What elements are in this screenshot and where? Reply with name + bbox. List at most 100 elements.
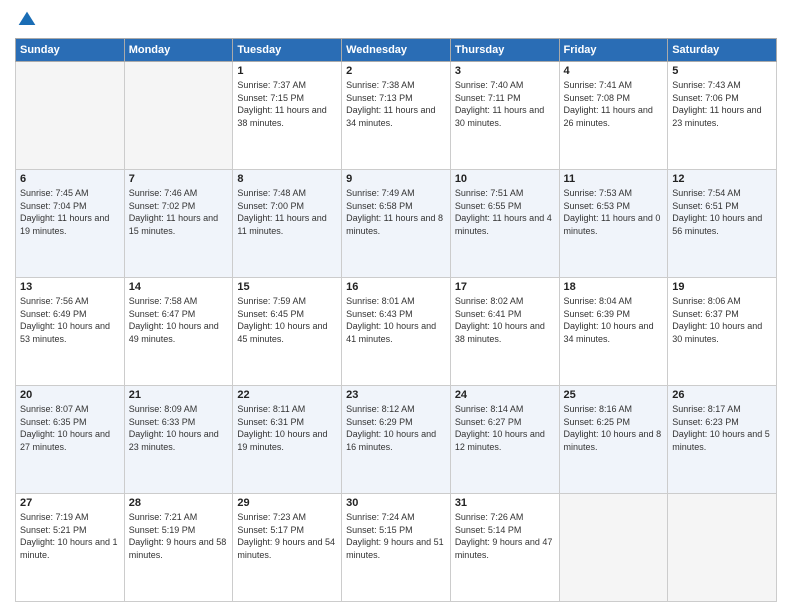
day-info: Sunrise: 8:09 AM Sunset: 6:33 PM Dayligh… (129, 403, 229, 453)
calendar-cell: 28 Sunrise: 7:21 AM Sunset: 5:19 PM Dayli… (124, 494, 233, 602)
calendar: SundayMondayTuesdayWednesdayThursdayFrid… (15, 38, 777, 602)
header (15, 10, 777, 30)
day-number: 4 (564, 65, 664, 77)
day-info: Sunrise: 8:07 AM Sunset: 6:35 PM Dayligh… (20, 403, 120, 453)
day-info: Sunrise: 7:19 AM Sunset: 5:21 PM Dayligh… (20, 511, 120, 561)
day-header-wednesday: Wednesday (342, 39, 451, 62)
day-info: Sunrise: 8:02 AM Sunset: 6:41 PM Dayligh… (455, 295, 555, 345)
calendar-week-row: 13 Sunrise: 7:56 AM Sunset: 6:49 PM Dayli… (16, 278, 777, 386)
day-info: Sunrise: 7:51 AM Sunset: 6:55 PM Dayligh… (455, 187, 555, 237)
calendar-cell (668, 494, 777, 602)
day-number: 21 (129, 389, 229, 401)
calendar-cell: 5 Sunrise: 7:43 AM Sunset: 7:06 PM Daylig… (668, 62, 777, 170)
calendar-cell: 19 Sunrise: 8:06 AM Sunset: 6:37 PM Dayli… (668, 278, 777, 386)
day-header-tuesday: Tuesday (233, 39, 342, 62)
day-number: 1 (237, 65, 337, 77)
day-number: 14 (129, 281, 229, 293)
calendar-cell: 3 Sunrise: 7:40 AM Sunset: 7:11 PM Daylig… (450, 62, 559, 170)
day-number: 16 (346, 281, 446, 293)
day-info: Sunrise: 7:26 AM Sunset: 5:14 PM Dayligh… (455, 511, 555, 561)
day-number: 12 (672, 173, 772, 185)
day-info: Sunrise: 7:56 AM Sunset: 6:49 PM Dayligh… (20, 295, 120, 345)
calendar-cell: 23 Sunrise: 8:12 AM Sunset: 6:29 PM Dayli… (342, 386, 451, 494)
day-info: Sunrise: 7:58 AM Sunset: 6:47 PM Dayligh… (129, 295, 229, 345)
calendar-cell: 20 Sunrise: 8:07 AM Sunset: 6:35 PM Dayli… (16, 386, 125, 494)
day-number: 30 (346, 497, 446, 509)
calendar-cell: 9Sunrise: 7:49 AM Sunset: 6:58 PM Daylig… (342, 170, 451, 278)
day-header-sunday: Sunday (16, 39, 125, 62)
day-number: 13 (20, 281, 120, 293)
day-info: Sunrise: 8:14 AM Sunset: 6:27 PM Dayligh… (455, 403, 555, 453)
calendar-cell: 18Sunrise: 8:04 AM Sunset: 6:39 PM Dayli… (559, 278, 668, 386)
calendar-cell: 16 Sunrise: 8:01 AM Sunset: 6:43 PM Dayli… (342, 278, 451, 386)
day-info: Sunrise: 8:12 AM Sunset: 6:29 PM Dayligh… (346, 403, 446, 453)
calendar-cell: 1 Sunrise: 7:37 AM Sunset: 7:15 PM Daylig… (233, 62, 342, 170)
page: SundayMondayTuesdayWednesdayThursdayFrid… (0, 0, 792, 612)
calendar-cell: 11 Sunrise: 7:53 AM Sunset: 6:53 PM Dayli… (559, 170, 668, 278)
day-info: Sunrise: 7:59 AM Sunset: 6:45 PM Dayligh… (237, 295, 337, 345)
calendar-cell (559, 494, 668, 602)
day-info: Sunrise: 7:23 AM Sunset: 5:17 PM Dayligh… (237, 511, 337, 561)
calendar-week-row: 27 Sunrise: 7:19 AM Sunset: 5:21 PM Dayli… (16, 494, 777, 602)
day-info: Sunrise: 7:54 AM Sunset: 6:51 PM Dayligh… (672, 187, 772, 237)
day-number: 17 (455, 281, 555, 293)
calendar-cell: 27 Sunrise: 7:19 AM Sunset: 5:21 PM Dayli… (16, 494, 125, 602)
day-number: 23 (346, 389, 446, 401)
calendar-cell: 21 Sunrise: 8:09 AM Sunset: 6:33 PM Dayli… (124, 386, 233, 494)
day-info: Sunrise: 7:37 AM Sunset: 7:15 PM Dayligh… (237, 79, 337, 129)
day-number: 6 (20, 173, 120, 185)
calendar-cell: 7Sunrise: 7:46 AM Sunset: 7:02 PM Daylig… (124, 170, 233, 278)
day-number: 19 (672, 281, 772, 293)
calendar-cell: 4 Sunrise: 7:41 AM Sunset: 7:08 PM Daylig… (559, 62, 668, 170)
calendar-cell (124, 62, 233, 170)
day-number: 3 (455, 65, 555, 77)
calendar-cell: 10 Sunrise: 7:51 AM Sunset: 6:55 PM Dayli… (450, 170, 559, 278)
day-info: Sunrise: 8:11 AM Sunset: 6:31 PM Dayligh… (237, 403, 337, 453)
calendar-cell: 25 Sunrise: 8:16 AM Sunset: 6:25 PM Dayli… (559, 386, 668, 494)
day-number: 7 (129, 173, 229, 185)
day-info: Sunrise: 7:48 AM Sunset: 7:00 PM Dayligh… (237, 187, 337, 237)
day-number: 10 (455, 173, 555, 185)
day-info: Sunrise: 7:21 AM Sunset: 5:19 PM Dayligh… (129, 511, 229, 561)
day-number: 25 (564, 389, 664, 401)
day-number: 2 (346, 65, 446, 77)
calendar-week-row: 1 Sunrise: 7:37 AM Sunset: 7:15 PM Daylig… (16, 62, 777, 170)
day-info: Sunrise: 7:49 AM Sunset: 6:58 PM Dayligh… (346, 187, 446, 237)
day-info: Sunrise: 8:16 AM Sunset: 6:25 PM Dayligh… (564, 403, 664, 453)
logo (15, 10, 37, 30)
day-number: 18 (564, 281, 664, 293)
day-number: 22 (237, 389, 337, 401)
day-header-monday: Monday (124, 39, 233, 62)
day-info: Sunrise: 7:43 AM Sunset: 7:06 PM Dayligh… (672, 79, 772, 129)
day-info: Sunrise: 8:06 AM Sunset: 6:37 PM Dayligh… (672, 295, 772, 345)
day-number: 24 (455, 389, 555, 401)
day-number: 26 (672, 389, 772, 401)
day-info: Sunrise: 7:38 AM Sunset: 7:13 PM Dayligh… (346, 79, 446, 129)
calendar-cell: 8 Sunrise: 7:48 AM Sunset: 7:00 PM Daylig… (233, 170, 342, 278)
day-info: Sunrise: 7:41 AM Sunset: 7:08 PM Dayligh… (564, 79, 664, 129)
day-info: Sunrise: 7:40 AM Sunset: 7:11 PM Dayligh… (455, 79, 555, 129)
day-number: 20 (20, 389, 120, 401)
day-number: 27 (20, 497, 120, 509)
day-number: 8 (237, 173, 337, 185)
calendar-cell: 2 Sunrise: 7:38 AM Sunset: 7:13 PM Daylig… (342, 62, 451, 170)
calendar-cell: 17 Sunrise: 8:02 AM Sunset: 6:41 PM Dayli… (450, 278, 559, 386)
day-info: Sunrise: 8:01 AM Sunset: 6:43 PM Dayligh… (346, 295, 446, 345)
day-number: 5 (672, 65, 772, 77)
day-header-friday: Friday (559, 39, 668, 62)
calendar-week-row: 6Sunrise: 7:45 AM Sunset: 7:04 PM Daylig… (16, 170, 777, 278)
day-number: 28 (129, 497, 229, 509)
calendar-cell: 26Sunrise: 8:17 AM Sunset: 6:23 PM Dayli… (668, 386, 777, 494)
calendar-cell: 29Sunrise: 7:23 AM Sunset: 5:17 PM Dayli… (233, 494, 342, 602)
calendar-cell: 22 Sunrise: 8:11 AM Sunset: 6:31 PM Dayli… (233, 386, 342, 494)
calendar-cell (16, 62, 125, 170)
day-number: 31 (455, 497, 555, 509)
day-number: 11 (564, 173, 664, 185)
calendar-cell: 24 Sunrise: 8:14 AM Sunset: 6:27 PM Dayli… (450, 386, 559, 494)
day-info: Sunrise: 7:53 AM Sunset: 6:53 PM Dayligh… (564, 187, 664, 237)
calendar-cell: 6Sunrise: 7:45 AM Sunset: 7:04 PM Daylig… (16, 170, 125, 278)
day-info: Sunrise: 7:24 AM Sunset: 5:15 PM Dayligh… (346, 511, 446, 561)
calendar-header-row: SundayMondayTuesdayWednesdayThursdayFrid… (16, 39, 777, 62)
calendar-cell: 31 Sunrise: 7:26 AM Sunset: 5:14 PM Dayli… (450, 494, 559, 602)
calendar-cell: 13 Sunrise: 7:56 AM Sunset: 6:49 PM Dayli… (16, 278, 125, 386)
